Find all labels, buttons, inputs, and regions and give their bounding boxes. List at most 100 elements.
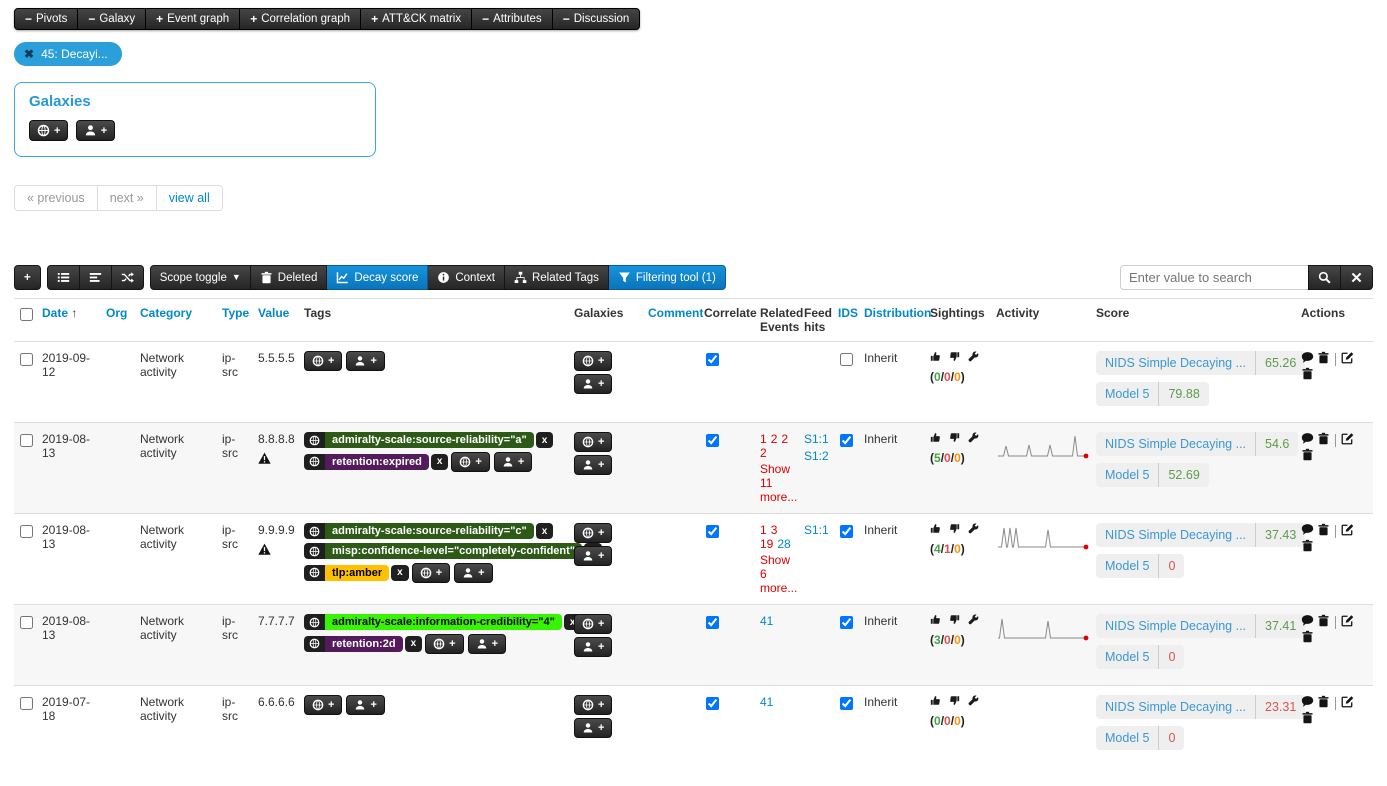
correlate-checkbox[interactable]: [706, 697, 719, 710]
add-local-galaxy-button[interactable]: +: [574, 718, 612, 738]
ids-checkbox[interactable]: [840, 434, 853, 447]
related-event-link[interactable]: 28: [777, 537, 790, 551]
select-all-checkbox[interactable]: [20, 308, 33, 321]
decay-score-badge[interactable]: Model 50: [1096, 645, 1184, 669]
add-galaxy-button[interactable]: +: [574, 523, 612, 543]
add-false-positive-button[interactable]: [949, 432, 964, 446]
edit-attribute-button[interactable]: [1341, 351, 1354, 367]
edit-attribute-button[interactable]: [1341, 695, 1354, 711]
view-all-button[interactable]: view all: [156, 185, 223, 211]
add-galaxy-button[interactable]: +: [574, 614, 612, 634]
advanced-sightings-button[interactable]: [968, 695, 983, 709]
tab-discussion[interactable]: −Discussion: [552, 9, 640, 29]
ids-checkbox[interactable]: [840, 697, 853, 710]
deleted-button[interactable]: Deleted: [251, 265, 328, 290]
decay-score-badge[interactable]: Model 552.69: [1096, 463, 1209, 487]
header-ids[interactable]: IDS: [834, 299, 860, 342]
add-galaxy-button[interactable]: +: [451, 452, 489, 472]
scope-toggle-button[interactable]: Scope toggle▼: [150, 265, 251, 290]
add-comment-button[interactable]: [1301, 351, 1314, 367]
shuffle-view-button[interactable]: [112, 265, 144, 290]
add-local-tag-button[interactable]: +: [454, 563, 492, 583]
header-value[interactable]: Value: [254, 299, 300, 342]
decay-score-badge[interactable]: Model 579.88: [1096, 382, 1209, 406]
show-more-link[interactable]: Show 11 more...: [760, 462, 796, 504]
row-select-checkbox[interactable]: [20, 616, 33, 629]
soft-delete-button[interactable]: [1317, 695, 1330, 711]
tag-label[interactable]: retention:expired: [325, 454, 429, 470]
tag-label[interactable]: admiralty-scale:source-reliability="c": [325, 523, 534, 539]
feed-hit-link[interactable]: S1:2: [804, 449, 830, 463]
add-local-tag-button[interactable]: +: [468, 634, 506, 654]
correlate-checkbox[interactable]: [706, 353, 719, 366]
add-comment-button[interactable]: [1301, 614, 1314, 630]
ids-checkbox[interactable]: [840, 525, 853, 538]
add-false-positive-button[interactable]: [949, 523, 964, 537]
related-event-link[interactable]: 2: [760, 446, 767, 460]
remove-tag-button[interactable]: x: [391, 565, 409, 581]
add-galaxy-button[interactable]: +: [29, 120, 68, 141]
related-event-link[interactable]: 41: [760, 695, 773, 709]
advanced-sightings-button[interactable]: [968, 351, 983, 365]
related-event-link[interactable]: 19: [760, 537, 773, 551]
soft-delete-button[interactable]: [1317, 614, 1330, 630]
add-comment-button[interactable]: [1301, 432, 1314, 448]
correlate-checkbox[interactable]: [706, 525, 719, 538]
decay-score-badge[interactable]: NIDS Simple Decaying ...65.26: [1096, 351, 1305, 375]
row-select-checkbox[interactable]: [20, 525, 33, 538]
header-type[interactable]: Type: [218, 299, 254, 342]
add-galaxy-button[interactable]: +: [574, 351, 612, 371]
related-event-link[interactable]: 41: [760, 614, 773, 628]
soft-delete-button[interactable]: [1317, 523, 1330, 539]
correlate-checkbox[interactable]: [706, 434, 719, 447]
ids-checkbox[interactable]: [840, 353, 853, 366]
add-sighting-button[interactable]: [930, 432, 945, 446]
advanced-sightings-button[interactable]: [968, 523, 983, 537]
header-category[interactable]: Category: [136, 299, 218, 342]
advanced-sightings-button[interactable]: [968, 432, 983, 446]
add-local-galaxy-button[interactable]: +: [76, 120, 115, 141]
list-view-button[interactable]: [47, 265, 80, 290]
add-galaxy-button[interactable]: +: [304, 351, 342, 371]
add-local-tag-button[interactable]: +: [494, 452, 532, 472]
add-local-tag-button[interactable]: +: [346, 695, 384, 715]
tab-att-ck-matrix[interactable]: +ATT&CK matrix: [360, 9, 471, 29]
edit-attribute-button[interactable]: [1341, 614, 1354, 630]
tag-label[interactable]: misp:confidence-level="completely-confid…: [325, 543, 582, 559]
show-more-link[interactable]: Show 6 more...: [760, 553, 796, 595]
add-local-galaxy-button[interactable]: +: [574, 637, 612, 657]
add-false-positive-button[interactable]: [949, 614, 964, 628]
row-select-checkbox[interactable]: [20, 434, 33, 447]
tab-pivots[interactable]: −Pivots: [15, 9, 77, 29]
add-sighting-button[interactable]: [930, 614, 945, 628]
add-comment-button[interactable]: [1301, 695, 1314, 711]
advanced-sightings-button[interactable]: [968, 614, 983, 628]
row-select-checkbox[interactable]: [20, 697, 33, 710]
tab-attributes[interactable]: −Attributes: [471, 9, 552, 29]
soft-delete-button[interactable]: [1317, 432, 1330, 448]
close-icon[interactable]: ✖: [24, 47, 34, 61]
delete-attribute-button[interactable]: [1301, 630, 1314, 646]
delete-attribute-button[interactable]: [1301, 448, 1314, 464]
decay-score-badge[interactable]: NIDS Simple Decaying ...37.43: [1096, 523, 1305, 547]
ids-checkbox[interactable]: [840, 616, 853, 629]
related-event-link[interactable]: 1: [760, 523, 767, 537]
related-event-link[interactable]: 3: [771, 523, 778, 537]
tab-galaxy[interactable]: −Galaxy: [77, 9, 145, 29]
edit-attribute-button[interactable]: [1341, 432, 1354, 448]
add-local-galaxy-button[interactable]: +: [574, 455, 612, 475]
row-select-checkbox[interactable]: [20, 353, 33, 366]
remove-tag-button[interactable]: x: [431, 454, 449, 470]
add-sighting-button[interactable]: [930, 523, 945, 537]
feed-hit-link[interactable]: S1:1: [804, 432, 830, 446]
decay-score-badge[interactable]: NIDS Simple Decaying ...54.6: [1096, 432, 1298, 456]
decay-score-button[interactable]: Decay score: [327, 265, 428, 290]
add-galaxy-button[interactable]: +: [425, 634, 463, 654]
related-event-link[interactable]: 2: [781, 432, 788, 446]
add-sighting-button[interactable]: [930, 351, 945, 365]
add-comment-button[interactable]: [1301, 523, 1314, 539]
delete-attribute-button[interactable]: [1301, 367, 1314, 383]
remove-tag-button[interactable]: x: [405, 636, 423, 652]
add-galaxy-button[interactable]: +: [412, 563, 450, 583]
decay-score-badge[interactable]: NIDS Simple Decaying ...37.41: [1096, 614, 1305, 638]
